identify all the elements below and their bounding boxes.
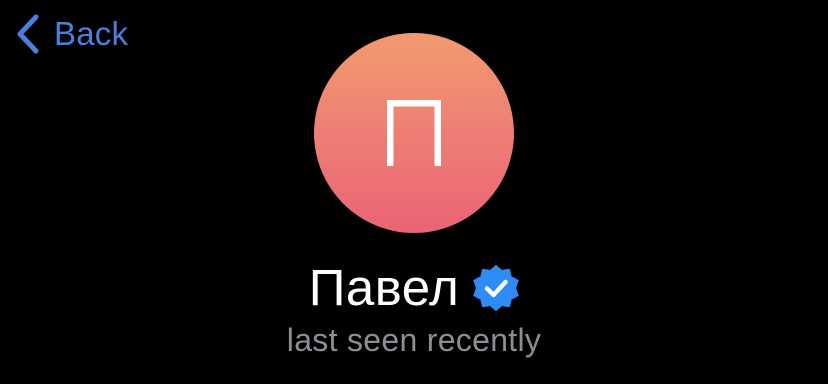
profile-name: Павел [308,259,460,316]
name-row: Павел [0,258,828,318]
chevron-left-stroke [17,14,39,54]
verified-badge-icon [473,265,519,311]
last-seen-status: last seen recently [286,322,542,358]
chevron-left-icon [17,14,39,54]
avatar[interactable]: П [314,33,514,233]
verified-badge-shape [473,265,519,311]
back-label: Back [54,15,129,52]
avatar-initial: П [387,100,441,166]
back-button[interactable]: Back [14,10,128,58]
profile-screen: Back П Павел last seen recently [0,0,828,384]
